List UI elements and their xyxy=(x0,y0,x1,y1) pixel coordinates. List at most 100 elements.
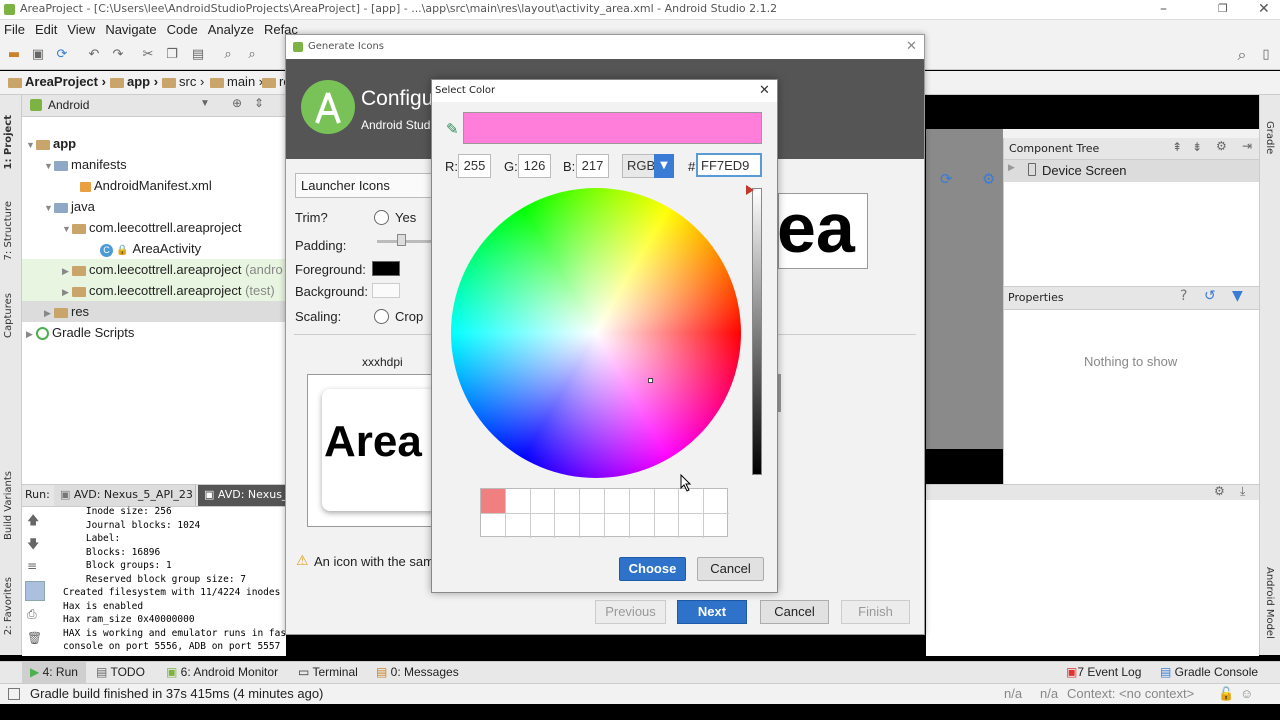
background-color-swatch[interactable] xyxy=(372,283,400,298)
color-wheel-cursor[interactable] xyxy=(648,378,653,383)
save-icon[interactable]: ▣ xyxy=(30,47,46,63)
breadcrumb-item-src[interactable]: src › xyxy=(162,71,204,93)
tree-item-package-test[interactable]: ▶ com.leecottrell.areaproject (test) xyxy=(22,280,286,301)
brightness-slider[interactable] xyxy=(752,188,762,475)
red-input[interactable]: 255 xyxy=(458,154,491,178)
chevron-down-icon[interactable]: ▼ xyxy=(200,98,210,109)
tool-gradle[interactable]: Gradle xyxy=(1264,121,1275,154)
help-icon[interactable]: ? xyxy=(1180,288,1187,304)
down-arrow-icon[interactable]: 🡇 xyxy=(27,535,39,556)
paste-icon[interactable]: ▤ xyxy=(190,47,206,63)
next-button[interactable]: Next xyxy=(677,600,747,624)
cancel-button[interactable]: Cancel xyxy=(760,600,829,624)
tool-favorites[interactable]: 2: Favorites xyxy=(3,577,14,635)
maximize-icon[interactable]: ❐ xyxy=(1218,0,1228,18)
tree-item-area-activity[interactable]: C 🔒 AreaActivity xyxy=(22,238,286,259)
trash-icon[interactable]: 🗑 xyxy=(27,631,42,645)
gear-icon[interactable]: ⚙ xyxy=(1214,484,1225,498)
project-view-selector[interactable]: Android xyxy=(48,98,89,112)
run-tab-avd-1[interactable]: ▣ AVD: Nexus_5_API_23 xyxy=(54,485,196,506)
padding-slider-thumb[interactable] xyxy=(397,234,406,246)
empty-swatch[interactable] xyxy=(531,513,556,538)
empty-swatch[interactable] xyxy=(679,489,705,514)
trim-yes-radio[interactable] xyxy=(374,210,389,225)
soft-wrap-icon[interactable]: ≡ xyxy=(27,559,37,573)
tree-item-res[interactable]: ▶ res xyxy=(22,301,286,322)
component-tree-item[interactable]: ▶ Device Screen xyxy=(1004,160,1259,182)
color-wheel[interactable] xyxy=(451,188,741,478)
empty-swatch[interactable] xyxy=(530,489,556,514)
scroll-from-source-icon[interactable]: ⊕ xyxy=(232,96,242,110)
menu-file[interactable]: File xyxy=(4,22,25,37)
empty-swatch[interactable] xyxy=(679,513,705,538)
tab-run[interactable]: ▶ 4: Run xyxy=(22,662,86,683)
refresh-icon[interactable]: ⟳ xyxy=(940,170,953,188)
empty-swatch[interactable] xyxy=(555,513,581,538)
tool-captures[interactable]: Captures xyxy=(3,293,14,338)
blue-input[interactable]: 217 xyxy=(576,154,609,178)
foreground-color-swatch[interactable] xyxy=(372,261,400,276)
tree-item-gradle-scripts[interactable]: ▶ Gradle Scripts xyxy=(22,322,286,343)
empty-swatch[interactable] xyxy=(630,513,655,538)
menu-view[interactable]: View xyxy=(67,22,95,37)
expand-all-icon[interactable]: ⇞ xyxy=(1172,140,1182,154)
toggle-tool-windows-icon[interactable] xyxy=(8,688,20,700)
open-folder-icon[interactable]: ▬ xyxy=(6,47,22,63)
layout-icon[interactable]: ▯ xyxy=(1258,47,1274,63)
copy-icon[interactable]: ❐ xyxy=(164,47,180,63)
close-icon[interactable]: ✕ xyxy=(759,80,770,102)
cut-icon[interactable]: ✂ xyxy=(140,47,156,63)
empty-swatch[interactable] xyxy=(580,513,605,538)
tool-android-model[interactable]: Android Model xyxy=(1264,567,1275,639)
close-window-icon[interactable]: ✕ xyxy=(1258,0,1270,18)
find-icon[interactable]: ⌕ xyxy=(220,47,236,63)
tab-event-log[interactable]: ▣7 Event Log xyxy=(1066,662,1141,683)
green-input[interactable]: 126 xyxy=(518,154,551,178)
breadcrumb-item-project[interactable]: AreaProject › xyxy=(8,71,106,93)
breadcrumb-item-main[interactable]: main › xyxy=(210,71,263,93)
gear-icon[interactable]: ⚙ xyxy=(1216,139,1227,153)
status-context[interactable]: Context: <no context> xyxy=(1067,684,1194,704)
tree-item-manifests[interactable]: ▼ manifests xyxy=(22,154,286,175)
tree-item-java[interactable]: ▼ java xyxy=(22,196,286,217)
finish-button[interactable]: Finish xyxy=(841,600,910,624)
hide-icon[interactable]: ⤓ xyxy=(1240,484,1245,499)
sync-icon[interactable]: ⟳ xyxy=(54,47,70,63)
cancel-button[interactable]: Cancel xyxy=(697,557,764,581)
empty-swatch[interactable] xyxy=(580,489,605,514)
tab-todo[interactable]: ▤ TODO xyxy=(96,662,145,683)
tool-build-variants[interactable]: Build Variants xyxy=(3,471,14,540)
empty-swatch[interactable] xyxy=(555,489,581,514)
menu-analyze[interactable]: Analyze xyxy=(208,22,254,37)
collapse-all-icon[interactable]: ⇟ xyxy=(1192,140,1202,154)
redo-icon[interactable]: ↷ xyxy=(110,47,126,63)
chevron-down-icon[interactable]: ▼ xyxy=(654,154,674,178)
tab-terminal[interactable]: ▭ Terminal xyxy=(298,662,358,683)
empty-swatch[interactable] xyxy=(506,513,531,538)
collapse-all-icon[interactable]: ⇕ xyxy=(254,96,264,110)
breadcrumb-item-app[interactable]: app › xyxy=(110,71,158,93)
menu-edit[interactable]: Edit xyxy=(35,22,57,37)
empty-swatch[interactable] xyxy=(704,489,729,514)
lock-icon[interactable]: 🔓 xyxy=(1218,684,1234,704)
tree-item-app[interactable]: ▼ app xyxy=(22,133,286,154)
chevron-right-icon[interactable]: ▶ xyxy=(1008,163,1015,173)
undo-icon[interactable]: ↶ xyxy=(86,47,102,63)
filter-icon[interactable]: ▼ xyxy=(1232,288,1243,304)
empty-swatch[interactable] xyxy=(605,489,630,514)
close-icon[interactable]: ✕ xyxy=(906,35,917,59)
menu-navigate[interactable]: Navigate xyxy=(105,22,156,37)
hide-icon[interactable]: ⇥ xyxy=(1242,139,1252,153)
empty-swatch[interactable] xyxy=(505,489,531,514)
tab-gradle-console[interactable]: ▤ Gradle Console xyxy=(1160,662,1258,683)
menu-code[interactable]: Code xyxy=(167,22,198,37)
tab-messages[interactable]: ▤ 0: Messages xyxy=(376,662,459,683)
tree-item-package-android-test[interactable]: ▶ com.leecottrell.areaproject (andro xyxy=(22,259,286,280)
brightness-slider-thumb[interactable] xyxy=(746,185,754,195)
empty-swatch[interactable] xyxy=(654,489,680,514)
empty-swatch[interactable] xyxy=(629,489,655,514)
tree-item-package[interactable]: ▼ com.leecottrell.areaproject xyxy=(22,217,286,238)
eyedropper-icon[interactable]: ✎ xyxy=(446,120,459,138)
recent-color-swatch[interactable] xyxy=(481,489,506,514)
tool-project[interactable]: 1: Project xyxy=(3,115,14,170)
